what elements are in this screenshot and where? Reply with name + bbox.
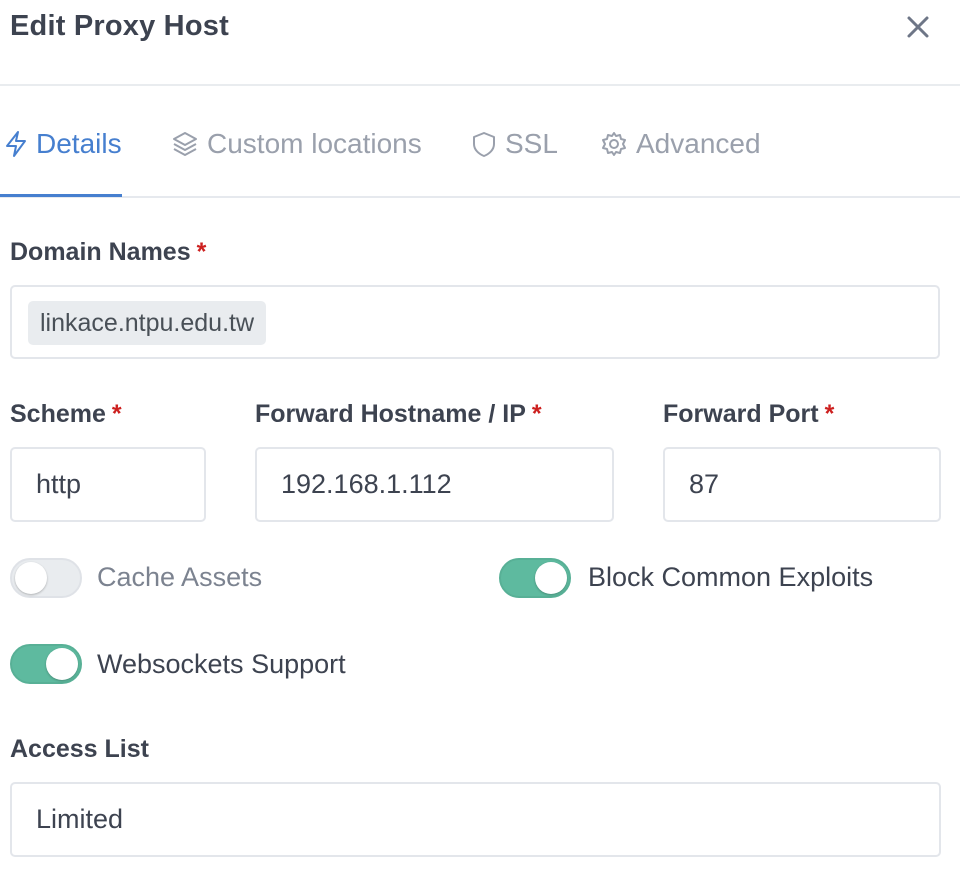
access-list-label: Access List [10,735,149,763]
modal-header: Edit Proxy Host [0,0,960,86]
required-mark: * [111,400,122,428]
scheme-label: Scheme * [10,400,122,429]
tab-custom-locations[interactable]: Custom locations [171,124,422,164]
toggle-knob [46,648,78,680]
access-list-select[interactable]: Limited [10,782,941,857]
forward-port-value: 87 [689,469,720,499]
tab-details[interactable]: Details [4,124,122,164]
required-mark: * [531,400,542,428]
block-exploits-label: Block Common Exploits [588,562,874,592]
modal-title: Edit Proxy Host [10,10,229,42]
toggle-knob [535,562,567,594]
websockets-label: Websockets Support [97,649,346,679]
gear-icon [602,132,626,156]
layers-icon [173,132,197,156]
forward-port-label-text: Forward Port [663,400,819,428]
lightning-icon [6,131,26,157]
forward-hostname-input[interactable]: 192.168.1.112 [255,447,614,522]
websockets-toggle[interactable] [10,644,82,684]
shield-icon [473,132,495,157]
domain-names-input[interactable]: linkace.ntpu.edu.tw [10,285,940,359]
tab-details-label: Details [36,128,122,159]
tab-advanced[interactable]: Advanced [600,124,761,164]
forward-hostname-label-text: Forward Hostname / IP [255,400,526,428]
tab-advanced-label: Advanced [636,128,761,159]
tab-ssl-label: SSL [505,128,558,159]
scheme-value: http [36,469,82,499]
forward-port-input[interactable]: 87 [663,447,941,522]
forward-port-label: Forward Port * [663,400,834,429]
domain-tag[interactable]: linkace.ntpu.edu.tw [28,301,267,345]
active-tab-indicator [0,194,122,197]
cache-assets-label: Cache Assets [97,562,263,592]
tab-ssl[interactable]: SSL [471,124,558,164]
scheme-input[interactable]: http [10,447,206,522]
forward-hostname-value: 192.168.1.112 [281,469,452,499]
close-button[interactable] [902,11,934,43]
required-mark: * [196,238,207,266]
tab-bar: Details Custom locations SSL Advanced [0,88,960,198]
close-icon [907,16,929,38]
domain-names-label-text: Domain Names [10,238,191,266]
access-list-value: Limited [36,804,124,834]
tab-custom-locations-label: Custom locations [207,128,422,159]
required-mark: * [824,400,835,428]
forward-hostname-label: Forward Hostname / IP * [255,400,542,429]
cache-assets-toggle[interactable] [10,558,82,598]
block-exploits-toggle[interactable] [499,558,571,598]
domain-names-label: Domain Names * [10,238,206,267]
scheme-label-text: Scheme [10,400,106,428]
toggle-knob [15,562,47,594]
